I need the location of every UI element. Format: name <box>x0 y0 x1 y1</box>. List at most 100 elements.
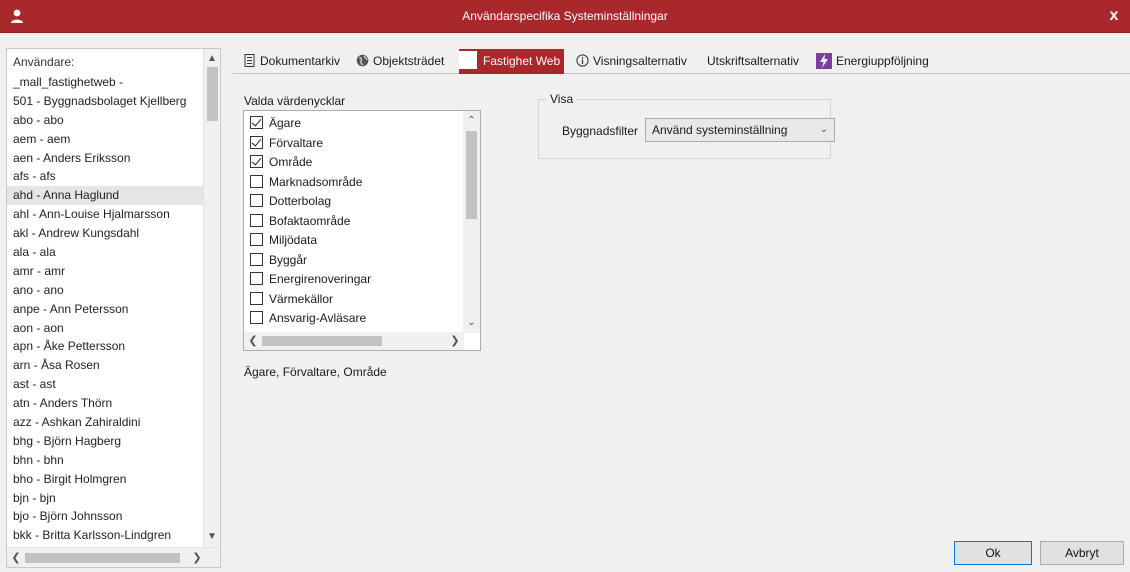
checklist-item-label: Egen/Inhyrd <box>269 331 334 332</box>
cancel-button[interactable]: Avbryt <box>1040 541 1124 565</box>
checklist-item[interactable]: Ansvarig-Avläsare <box>244 309 464 329</box>
checkbox[interactable] <box>250 135 263 149</box>
checklist-item[interactable]: Bofaktaområde <box>244 212 464 232</box>
list-item[interactable]: aem - aem <box>7 130 205 149</box>
scroll-thumb[interactable] <box>262 336 382 346</box>
user-list-header: Användare: <box>13 55 75 69</box>
window-title: Användarspecifika Systeminställningar <box>462 9 668 23</box>
checklist-item[interactable]: Område <box>244 153 464 173</box>
ok-button[interactable]: Ok <box>954 541 1032 565</box>
globe-icon <box>356 54 369 67</box>
list-item[interactable]: azz - Ashkan Zahiraldini <box>7 413 205 432</box>
checklist-item[interactable]: Ägare <box>244 114 464 134</box>
list-item[interactable]: 501 - Byggnadsbolaget Kjellberg <box>7 92 205 111</box>
tab-label: Visningsalternativ <box>593 54 687 68</box>
tab-label: Utskriftsalternativ <box>707 54 800 68</box>
checkbox[interactable] <box>250 252 263 266</box>
list-item[interactable]: apn - Åke Pettersson <box>7 337 205 356</box>
checklist-item[interactable]: Värmekällor <box>244 290 464 310</box>
tab-label: Dokumentarkiv <box>260 54 341 68</box>
user-list-vertical-scrollbar[interactable]: ▲ ▼ <box>203 49 220 547</box>
list-item[interactable]: afs - afs <box>7 167 205 186</box>
close-button[interactable]: x <box>1104 6 1124 26</box>
scroll-down-icon[interactable]: ▼ <box>204 529 220 545</box>
list-item[interactable]: ano - ano <box>7 281 205 300</box>
scroll-up-icon[interactable]: ⌃ <box>463 113 480 129</box>
list-item[interactable]: arn - Åsa Rosen <box>7 356 205 375</box>
list-item[interactable]: ast - ast <box>7 375 205 394</box>
checklist-horizontal-scrollbar[interactable]: ❮ ❯ <box>244 332 464 350</box>
user-list[interactable]: _mall_fastighetweb -501 - Byggnadsbolage… <box>7 73 205 545</box>
list-item[interactable]: aen - Anders Eriksson <box>7 149 205 168</box>
checkbox[interactable] <box>250 194 263 207</box>
checkbox[interactable] <box>250 116 263 129</box>
checklist-item[interactable]: Miljödata <box>244 231 464 251</box>
checklist-item-label: Miljödata <box>269 233 318 247</box>
building-filter-select[interactable]: Använd systeminställning ⌄ <box>645 118 835 142</box>
visa-group: Visa Byggnadsfilter Använd systeminställ… <box>538 92 835 159</box>
checklist-item[interactable]: Egen/Inhyrd <box>244 329 464 332</box>
checklist-item-label: Bofaktaområde <box>269 213 351 228</box>
scroll-up-icon[interactable]: ▲ <box>204 51 220 67</box>
scroll-left-icon[interactable]: ❮ <box>9 550 23 566</box>
list-item[interactable]: bhg - Björn Hagberg <box>7 432 205 451</box>
scroll-thumb[interactable] <box>466 131 477 219</box>
scroll-down-icon[interactable]: ⌄ <box>463 315 480 331</box>
checkbox[interactable] <box>250 213 263 227</box>
list-item[interactable]: bho - Birgit Holmgren <box>7 470 205 489</box>
checklist-vertical-scrollbar[interactable]: ⌃ ⌄ <box>463 111 480 333</box>
scroll-right-icon[interactable]: ❯ <box>190 550 204 566</box>
tab-fastighet-web[interactable]: Fastighet Web <box>459 49 565 74</box>
value-keys-checklist: Ägare Förvaltare Område Marknadsområde Dotte… <box>243 110 481 351</box>
checklist-item[interactable]: Energirenoveringar <box>244 270 464 290</box>
scroll-thumb[interactable] <box>25 553 180 563</box>
tab-utskriftsalternativ[interactable]: Utskriftsalternativ <box>701 49 803 74</box>
list-item[interactable]: bjn - bjn <box>7 489 205 508</box>
tab-visningsalternativ[interactable]: Visningsalternativ <box>570 49 691 74</box>
scroll-thumb[interactable] <box>207 67 218 121</box>
building-filter-label: Byggnadsfilter <box>562 124 639 138</box>
list-item[interactable]: ala - ala <box>7 243 205 262</box>
checkbox[interactable] <box>250 233 263 246</box>
tab-objektstradet[interactable]: Objektsträdet <box>350 49 448 74</box>
user-list-horizontal-scrollbar[interactable]: ❮ ❯ <box>7 547 220 567</box>
tab-label: Fastighet Web <box>483 54 561 68</box>
tab-dokumentarkiv[interactable]: Dokumentarkiv <box>237 49 344 74</box>
list-item[interactable]: bkk - Britta Karlsson-Lindgren <box>7 526 205 545</box>
document-archive-icon <box>244 54 255 67</box>
list-item[interactable]: amr - amr <box>7 262 205 281</box>
list-item[interactable]: aon - aon <box>7 319 205 338</box>
list-item[interactable]: _mall_fastighetweb - <box>7 73 205 92</box>
checklist-item-label: Förvaltare <box>269 135 324 150</box>
checkbox[interactable] <box>250 311 263 324</box>
list-item[interactable]: ahl - Ann-Louise Hjalmarsson <box>7 205 205 224</box>
checkbox[interactable] <box>250 291 263 305</box>
checklist-item-label: Dotterbolag <box>269 194 332 208</box>
checkbox[interactable] <box>250 174 263 188</box>
fastighet-web-panel: Valda värdenycklar Ägare Förvaltare Område… <box>233 75 1130 572</box>
list-item[interactable]: anpe - Ann Petersson <box>7 300 205 319</box>
tab-energiuppfoljning[interactable]: Energiuppföljning <box>810 49 933 74</box>
list-item[interactable]: abo - abo <box>7 111 205 130</box>
list-item[interactable]: atn - Anders Thörn <box>7 394 205 413</box>
list-item[interactable]: ahd - Anna Haglund <box>7 186 205 206</box>
checklist-item[interactable]: Förvaltare <box>244 134 464 154</box>
checklist-item[interactable]: Byggår <box>244 251 464 271</box>
scroll-left-icon[interactable]: ❮ <box>246 333 260 349</box>
checkbox[interactable] <box>250 272 263 285</box>
list-item[interactable]: akl - Andrew Kungsdahl <box>7 224 205 243</box>
user-list-panel: Användare: _mall_fastighetweb -501 - Byg… <box>6 48 221 568</box>
list-item[interactable]: bhn - bhn <box>7 451 205 470</box>
white-square-icon <box>459 51 477 69</box>
checklist-item[interactable]: Marknadsområde <box>244 173 464 193</box>
selected-values-summary: Ägare, Förvaltare, Område <box>244 365 387 379</box>
checkbox[interactable] <box>250 155 263 168</box>
checklist-item-label: Energirenoveringar <box>269 272 372 286</box>
scroll-right-icon[interactable]: ❯ <box>448 333 462 349</box>
checklist-item-label: Ägare <box>269 116 302 130</box>
checklist-item[interactable]: Dotterbolag <box>244 192 464 212</box>
checkbox[interactable] <box>250 330 263 331</box>
info-icon <box>576 54 589 67</box>
chevron-down-icon: ⌄ <box>819 124 828 135</box>
list-item[interactable]: bjo - Björn Johnsson <box>7 507 205 526</box>
